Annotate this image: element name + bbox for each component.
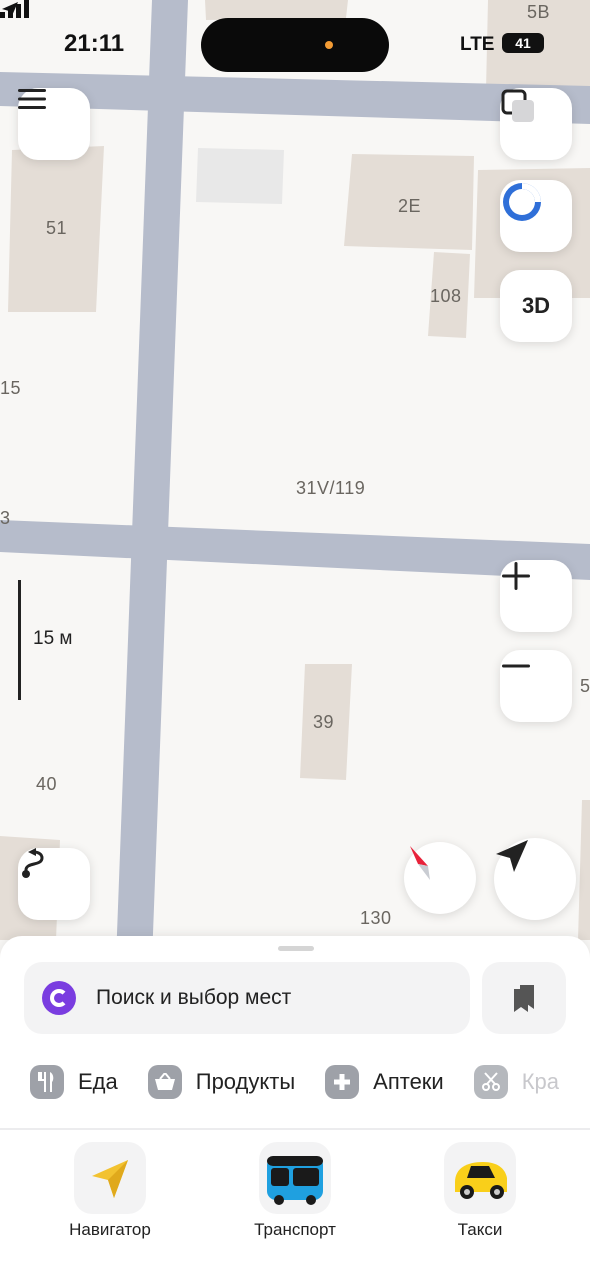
- menu-button[interactable]: [18, 88, 90, 160]
- building-grey: [196, 148, 284, 204]
- bookmarks-button[interactable]: [482, 962, 566, 1034]
- tab-transport[interactable]: Транспорт: [220, 1142, 370, 1252]
- sheet-handle[interactable]: [278, 946, 314, 951]
- zoom-out-button[interactable]: [500, 650, 572, 722]
- building-label: 39: [313, 712, 335, 732]
- category-pharmacy[interactable]: Аптеки: [325, 1064, 444, 1100]
- layers-icon: [501, 89, 534, 122]
- category-chips: Еда Продукты Аптеки Кра: [30, 1064, 590, 1100]
- building-label: 5: [580, 676, 590, 696]
- plus-cross-icon: [325, 1065, 360, 1099]
- 3d-label: 3D: [521, 293, 551, 318]
- navigator-arrow-icon: [74, 1142, 146, 1214]
- building-label: 40: [36, 774, 58, 794]
- scissors-icon: [473, 1065, 508, 1099]
- road-vertical: [116, 0, 188, 960]
- dynamic-island: [201, 18, 389, 72]
- building-label: 15: [0, 378, 22, 398]
- building-label: 3: [0, 508, 11, 528]
- search-placeholder: Поиск и выбор мест: [96, 986, 292, 1009]
- minus-icon: [502, 664, 530, 668]
- category-food[interactable]: Еда: [30, 1064, 118, 1100]
- building-bottom-right: [578, 800, 590, 940]
- route-button[interactable]: [18, 848, 90, 920]
- hamburger-icon: [18, 89, 46, 109]
- tab-label: Такси: [457, 1220, 503, 1239]
- signal-icon: [0, 0, 29, 18]
- my-location-button[interactable]: [494, 838, 576, 920]
- alice-assistant-button[interactable]: [500, 180, 572, 252]
- building-label: 130: [360, 908, 392, 928]
- building-label: 2E: [398, 196, 422, 216]
- compass-icon: [410, 846, 430, 880]
- plus-icon: [502, 562, 530, 590]
- alice-icon: [42, 981, 76, 1015]
- building-label: 51: [46, 218, 68, 238]
- scale-bar: [18, 580, 21, 700]
- tab-taxi[interactable]: Такси: [405, 1142, 555, 1252]
- bottom-sheet[interactable]: Поиск и выбор мест Еда Продукты Аптеки К…: [0, 936, 590, 1280]
- category-beauty[interactable]: Кра: [473, 1064, 560, 1100]
- category-label: Аптеки: [373, 1069, 444, 1094]
- category-groceries[interactable]: Продукты: [147, 1064, 296, 1100]
- building-label: 108: [430, 286, 462, 306]
- basket-icon: [147, 1065, 182, 1099]
- category-label: Продукты: [195, 1069, 296, 1094]
- compass-button[interactable]: [404, 842, 476, 914]
- location-arrow-icon: [496, 840, 528, 872]
- map-view[interactable]: 5B 51 2E 108 15 31V/119 3 39 40 130 5 21…: [0, 0, 590, 960]
- route-icon: [22, 848, 44, 878]
- divider: [0, 1128, 590, 1130]
- building-label: 31V/119: [296, 478, 366, 498]
- tab-label: Навигатор: [69, 1220, 151, 1239]
- category-label: Еда: [78, 1069, 118, 1094]
- zoom-in-button[interactable]: [500, 560, 572, 632]
- search-input[interactable]: Поиск и выбор мест: [24, 962, 470, 1034]
- 3d-toggle-button[interactable]: 3D: [500, 270, 572, 342]
- taxi-car-icon: [444, 1142, 516, 1214]
- building-top: [205, 0, 348, 20]
- fork-knife-icon: [30, 1065, 64, 1099]
- battery-indicator: 41: [502, 33, 544, 53]
- tab-navigator[interactable]: Навигатор: [35, 1142, 185, 1252]
- alice-ring-icon: [503, 183, 541, 221]
- bus-icon: [259, 1142, 331, 1214]
- scale-label: 15 м: [33, 628, 73, 649]
- layers-button[interactable]: [500, 88, 572, 160]
- tab-label: Транспорт: [254, 1220, 336, 1239]
- bookmark-icon: [514, 985, 534, 1012]
- status-time: 21:11: [64, 30, 125, 57]
- building-label: 5B: [527, 2, 551, 22]
- category-label: Кра: [521, 1069, 560, 1094]
- recording-dot-icon: [325, 41, 333, 49]
- network-type: LTE: [460, 34, 495, 55]
